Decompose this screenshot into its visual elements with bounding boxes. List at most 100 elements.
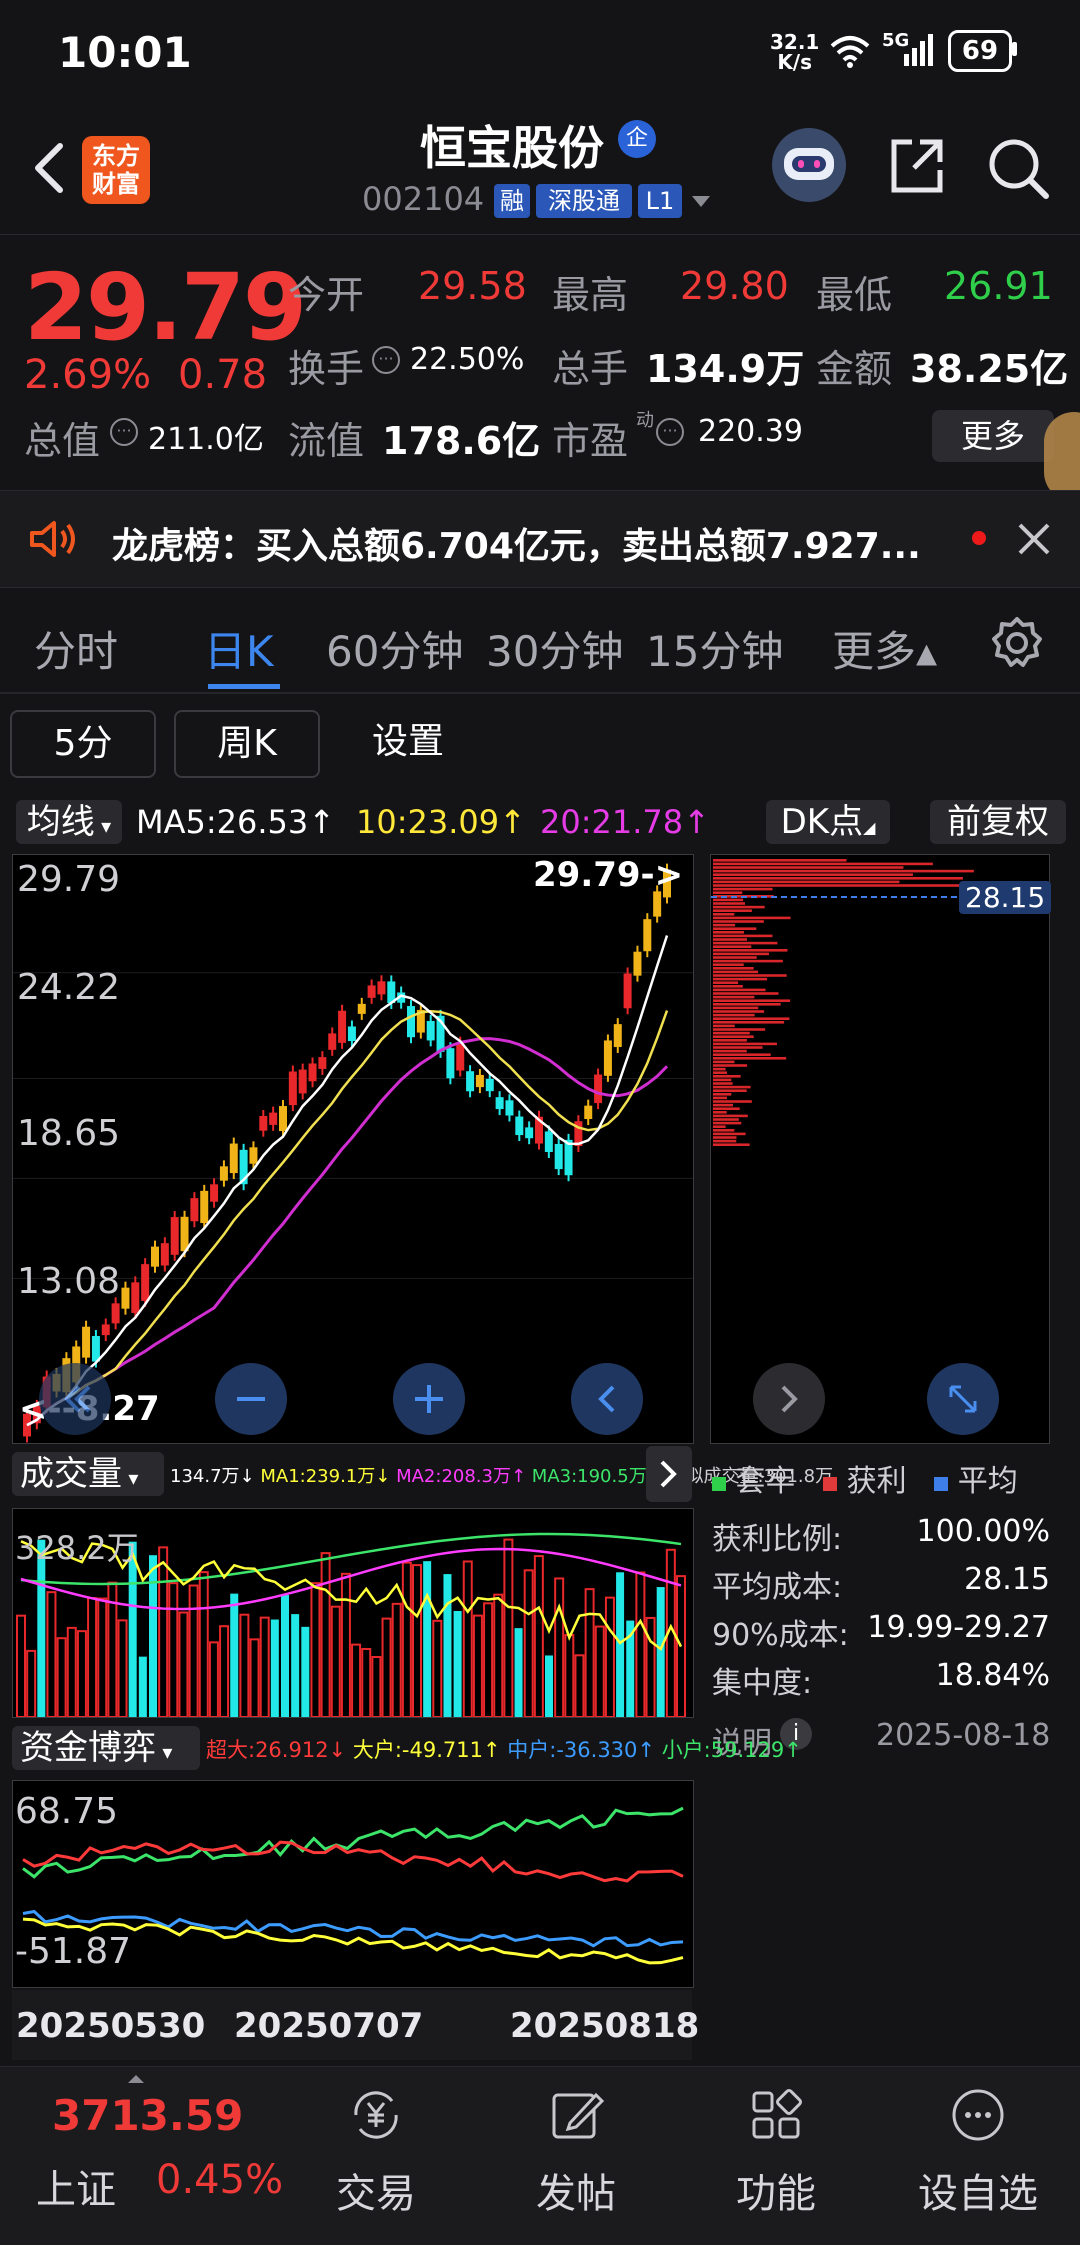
volume-bar [87, 1597, 98, 1717]
volume-selector[interactable]: 成交量 ▾ [12, 1452, 164, 1496]
chevron-up-icon[interactable] [126, 2073, 146, 2085]
expand-button[interactable] [927, 1363, 999, 1435]
settings-link[interactable]: 设置 [372, 710, 444, 774]
tab-15min[interactable]: 15分钟 [646, 618, 783, 679]
chip-next-button[interactable] [753, 1363, 825, 1435]
enterprise-tag: 企 [618, 120, 656, 158]
profit-ratio-value: 100.00% [916, 1514, 1050, 1549]
weekly-k-button[interactable]: 周K [174, 710, 320, 778]
avg-cost-value: 28.15 [964, 1562, 1050, 1597]
chip-bar [713, 1060, 735, 1064]
candle-body [298, 1069, 307, 1094]
chip-bar [713, 1017, 790, 1020]
nav-watchlist-label: 设自选 [918, 2171, 1038, 2217]
label-turnover: 换手 [288, 347, 365, 391]
funds-legend: 超大:26.912↓ 大户:-49.711↑ 中户:-36.330↑ 小户:59… [206, 1734, 802, 1764]
chip-bar [713, 1013, 755, 1017]
ma-selector-label: 均线 [26, 802, 95, 842]
funds-selector[interactable]: 资金博弈 ▾ [12, 1726, 200, 1770]
candle-body [219, 1166, 228, 1181]
more-button[interactable]: 更多 [932, 410, 1054, 462]
chip-bar [713, 1139, 737, 1143]
chip-bar [713, 1096, 727, 1100]
tab-30min[interactable]: 30分钟 [486, 618, 623, 679]
tab-more[interactable]: 更多▴ [832, 618, 937, 679]
adjust-mode-button[interactable]: 前复权 [930, 800, 1066, 844]
assistant-avatar[interactable] [772, 128, 846, 202]
net-speed-unit: K/s [777, 50, 813, 74]
zoom-out-button[interactable] [215, 1363, 287, 1435]
gear-icon[interactable] [990, 616, 1044, 670]
chip-bar [713, 995, 755, 999]
volume-bar [483, 1602, 494, 1717]
chip-bar [713, 920, 764, 923]
info-dots-icon[interactable]: ··· [656, 418, 684, 446]
label-low: 最低 [816, 273, 893, 317]
chip-bar [713, 1107, 740, 1110]
nav-post[interactable]: 发帖 [506, 2085, 646, 2219]
max-price-marker: 29.79-> [533, 855, 684, 895]
clock: 10:01 [58, 28, 192, 77]
index-name[interactable]: 上证 [36, 2157, 116, 2215]
share-icon[interactable] [886, 136, 946, 196]
announcement-bar[interactable]: 龙虎榜：买入总额6.704亿元，卖出总额7.927... [0, 490, 1080, 588]
floating-mascot[interactable] [1044, 412, 1080, 502]
close-icon[interactable] [1016, 521, 1052, 557]
chip-bar [713, 1049, 747, 1053]
volume-bar [594, 1625, 605, 1717]
chip-bar [713, 880, 900, 884]
candle-body [111, 1303, 120, 1324]
chip-distribution-chart[interactable]: 28.15 [710, 854, 1052, 1444]
tab-daily-k[interactable]: 日K [204, 618, 274, 679]
volume-bar [361, 1647, 372, 1717]
volume-bar [149, 1555, 157, 1717]
y-label-3: 18.65 [17, 1113, 121, 1154]
candle-body [485, 1078, 494, 1092]
zoom-in-button[interactable] [393, 1363, 465, 1435]
back-arrow-icon[interactable] [22, 138, 82, 198]
app-logo[interactable]: 东方财富 [82, 136, 150, 204]
candle-body [515, 1116, 524, 1136]
chip-bar [713, 945, 752, 948]
change-amount: 0.78 [178, 352, 268, 398]
nav-watchlist[interactable]: 设自选 [908, 2085, 1048, 2219]
chip-legend: 套牢 获利 平均 [712, 1456, 1018, 1500]
ma-selector[interactable]: 均线 ▾ [16, 800, 122, 844]
5min-button[interactable]: 5分 [10, 710, 156, 778]
funds-super-line [22, 1840, 684, 1883]
kline-chart[interactable]: 29.79 24.22 18.65 13.08 29.79-> <--8.27 [12, 854, 694, 1444]
concentration-label: 集中度: [712, 1666, 813, 1701]
index-value[interactable]: 3713.59 [52, 2091, 243, 2140]
volume-bar [371, 1655, 382, 1717]
volume-bar [391, 1602, 402, 1717]
dk-point-button[interactable]: DK点◢ [766, 800, 890, 844]
dk-label: DK点 [780, 802, 864, 842]
search-icon[interactable] [986, 136, 1050, 200]
info-dots-icon[interactable]: ··· [372, 346, 400, 374]
chip-bar [713, 1111, 727, 1114]
scroll-start-button[interactable] [39, 1363, 111, 1435]
funds-chart[interactable]: 68.75 -51.87 [12, 1780, 694, 1988]
nav-trade[interactable]: 交易 [306, 2085, 446, 2219]
scroll-left-button[interactable] [571, 1363, 643, 1435]
tab-60min[interactable]: 60分钟 [326, 618, 463, 679]
info-dots-icon[interactable]: ··· [110, 418, 138, 446]
candle-body [603, 1040, 612, 1076]
legend-swatch [823, 1477, 838, 1491]
volume-bar [270, 1619, 279, 1717]
chevron-down-icon[interactable] [690, 194, 712, 210]
current-price: 29.79 [24, 254, 307, 361]
date-label-2: 20250707 [234, 2006, 424, 2046]
unread-dot [972, 531, 986, 545]
nav-functions[interactable]: 功能 [706, 2085, 846, 2219]
volume-chart[interactable]: 328.2万 [12, 1508, 694, 1718]
battery-tip [1012, 42, 1017, 56]
funds-medium: 中户:-36.330↑ [507, 1738, 655, 1762]
candle-body [564, 1139, 573, 1176]
value-amount: 38.25亿 [910, 347, 1069, 391]
volume-expand-button[interactable] [646, 1446, 692, 1502]
ma20-value: 20:21.78↑ [540, 803, 710, 841]
legend-trapped: 套牢 [735, 1464, 796, 1499]
tab-intraday[interactable]: 分时 [34, 618, 118, 679]
volume-bar [97, 1597, 108, 1717]
